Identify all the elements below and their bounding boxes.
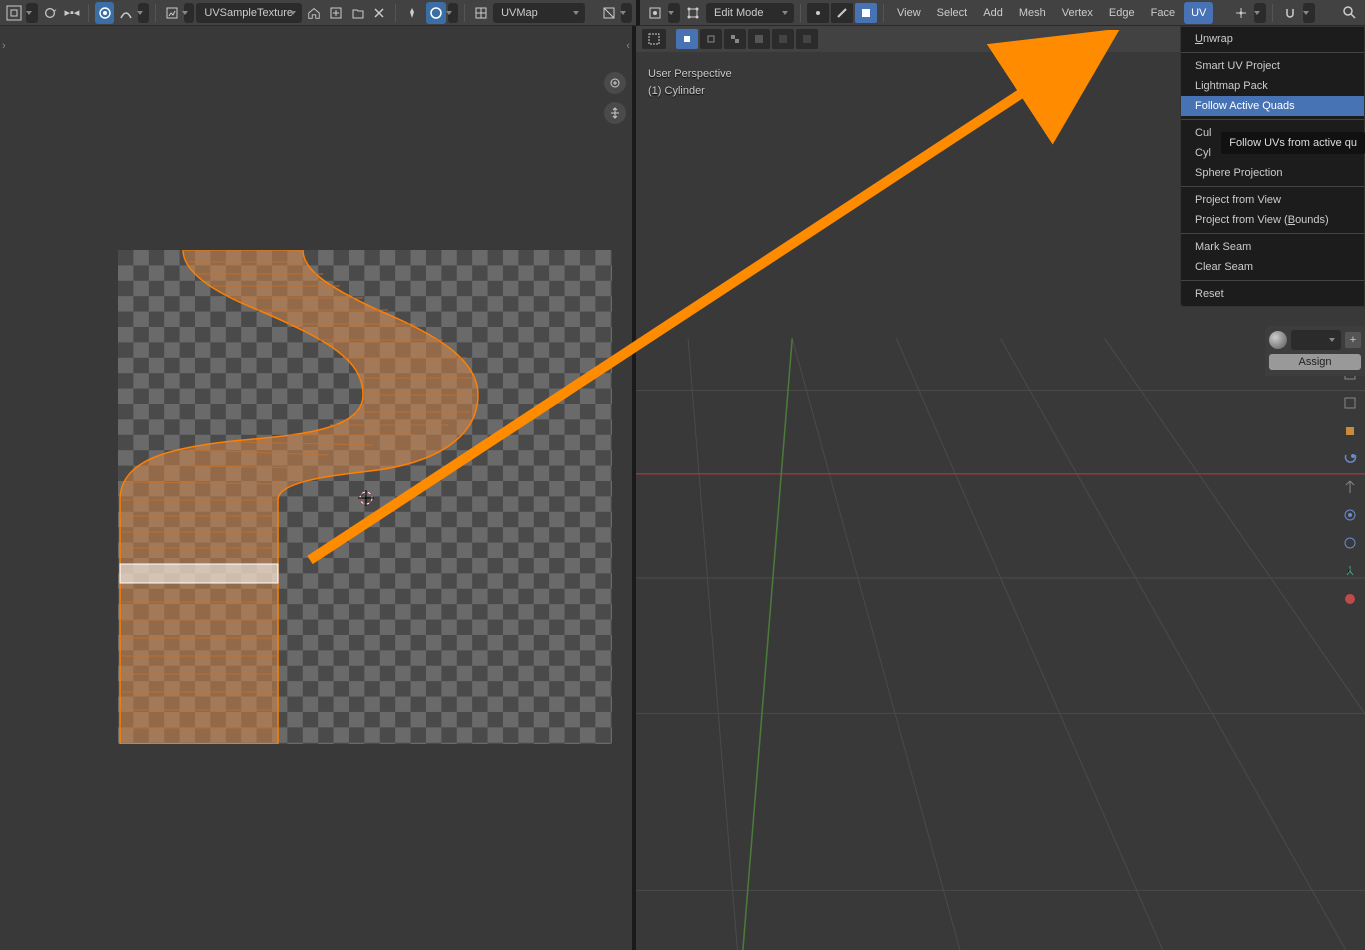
mode-dropdown[interactable]: Edit Mode <box>706 3 794 23</box>
menu-mark-seam[interactable]: Mark Seam <box>1181 237 1364 257</box>
menu-uv[interactable]: UV <box>1184 2 1213 24</box>
falloff-icon[interactable] <box>116 2 136 24</box>
menu-lightmap[interactable]: Lightmap Pack <box>1181 76 1364 96</box>
open-image-icon[interactable] <box>348 2 368 24</box>
prop-output-icon[interactable] <box>1339 392 1361 414</box>
falloff-dropdown[interactable] <box>138 3 149 23</box>
menu-clear-seam[interactable]: Clear Seam <box>1181 257 1364 277</box>
mesh-select-mode <box>807 3 877 23</box>
menu-sphere-projection[interactable]: Sphere Projection <box>1181 163 1364 183</box>
material-preview-icon[interactable] <box>1269 331 1287 349</box>
editor-type-dropdown[interactable] <box>26 3 39 23</box>
menu-unwrap[interactable]: Unwrap <box>1181 29 1364 49</box>
object-label: (1) Cylinder <box>648 83 732 100</box>
snap-dropdown[interactable] <box>1303 3 1315 23</box>
transform-orientation-icon[interactable] <box>1230 2 1252 24</box>
menu-follow-active-quads[interactable]: Follow Active Quads <box>1181 96 1364 116</box>
zoom-icon[interactable] <box>604 72 626 94</box>
viewport-info: User Perspective (1) Cylinder <box>648 66 732 100</box>
uv-editor-area[interactable]: ‹ › <box>0 26 636 950</box>
image-linked-dropdown[interactable] <box>184 3 195 23</box>
overlay-dropdown[interactable] <box>448 3 459 23</box>
material-slot-dropdown[interactable] <box>1291 330 1341 350</box>
editor-dropdown[interactable] <box>668 3 680 23</box>
display-dropdown[interactable] <box>621 3 632 23</box>
uv-display-channels-icon[interactable] <box>599 2 619 24</box>
material-panel: + Assign <box>1265 326 1365 376</box>
prop-modifier-icon[interactable] <box>1339 532 1361 554</box>
pivot-icon[interactable]: ▸▪◂ <box>62 2 82 24</box>
menu-edge[interactable]: Edge <box>1102 2 1142 24</box>
uv-grid <box>118 250 612 744</box>
search-icon[interactable] <box>1339 2 1361 24</box>
unlink-icon[interactable] <box>370 2 390 24</box>
uv-editor-header: ▸▪◂ UVSampleTexture <box>0 0 636 26</box>
snap-icon[interactable] <box>1279 2 1301 24</box>
prop-object-icon[interactable] <box>1339 504 1361 526</box>
menu-project-view[interactable]: Project from View <box>1181 190 1364 210</box>
viewport-header: Edit Mode View Select Add Mesh Vertex Ed… <box>636 0 1365 26</box>
expand-sidebar-icon[interactable]: ‹ <box>626 40 630 52</box>
prop-scene-icon[interactable] <box>1339 448 1361 470</box>
sync-uv-icon[interactable] <box>40 2 60 24</box>
expand-toolbar-icon[interactable]: › <box>2 40 6 52</box>
uv-island[interactable] <box>118 250 612 744</box>
editor-icon[interactable] <box>644 2 666 24</box>
image-name-field[interactable]: UVSampleTexture <box>196 3 302 23</box>
image-pin-icon[interactable] <box>162 2 182 24</box>
pan-icon[interactable] <box>604 102 626 124</box>
proportional-editing-icon[interactable] <box>95 2 115 24</box>
image-name-text: UVSampleTexture <box>204 7 293 19</box>
menu-project-view-bounds[interactable]: Project from View (Bounds) <box>1181 210 1364 230</box>
prop-particles-icon[interactable] <box>1339 560 1361 582</box>
orientation-dropdown[interactable] <box>1254 3 1266 23</box>
add-material-icon[interactable]: + <box>1345 332 1361 348</box>
prop-world-icon[interactable] <box>1339 476 1361 498</box>
prop-viewlayer-icon[interactable] <box>1339 420 1361 442</box>
face-select-mode[interactable] <box>855 3 877 23</box>
menu-reset[interactable]: Reset <box>1181 284 1364 304</box>
menu-view[interactable]: View <box>890 2 928 24</box>
menu-add[interactable]: Add <box>976 2 1010 24</box>
uv-editor-icon[interactable] <box>4 2 24 24</box>
perspective-label: User Perspective <box>648 66 732 83</box>
uvmap-data-icon[interactable] <box>471 2 491 24</box>
vertex-select-mode[interactable] <box>807 3 829 23</box>
menu-vertex[interactable]: Vertex <box>1055 2 1100 24</box>
uvmap-name-text: UVMap <box>501 7 538 19</box>
uvmap-field[interactable]: UVMap <box>493 3 585 23</box>
tooltip: Follow UVs from active qu <box>1221 132 1365 154</box>
menu-smart-uv[interactable]: Smart UV Project <box>1181 56 1364 76</box>
menu-face[interactable]: Face <box>1144 2 1182 24</box>
mode-icon[interactable] <box>682 2 704 24</box>
menu-mesh[interactable]: Mesh <box>1012 2 1053 24</box>
pin-icon[interactable] <box>402 2 422 24</box>
prop-physics-icon[interactable] <box>1339 588 1361 610</box>
mode-text: Edit Mode <box>714 7 764 19</box>
fake-user-icon[interactable] <box>304 2 324 24</box>
uv-overlay-icon[interactable] <box>426 2 446 24</box>
menu-select[interactable]: Select <box>930 2 975 24</box>
uv-dropdown-menu: Unwrap Smart UV Project Lightmap Pack Fo… <box>1180 26 1365 307</box>
new-image-icon[interactable] <box>326 2 346 24</box>
assign-button[interactable]: Assign <box>1269 354 1361 370</box>
edge-select-mode[interactable] <box>831 3 853 23</box>
